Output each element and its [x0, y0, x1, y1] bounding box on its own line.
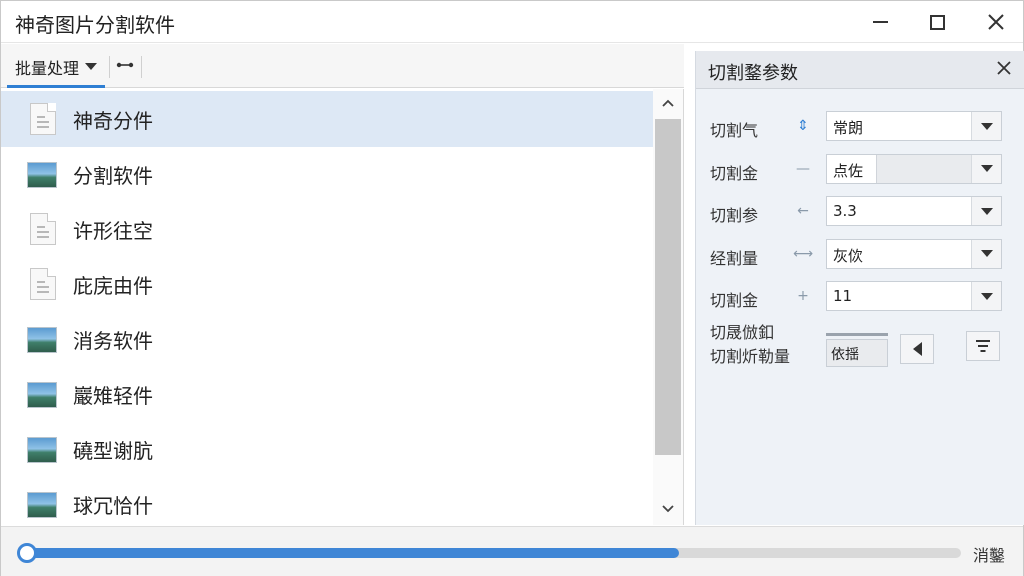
image-icon — [27, 378, 59, 410]
batch-process-dropdown[interactable]: 批量处理 — [7, 48, 106, 88]
param-value: 3.3 — [833, 202, 857, 220]
link-icon — [116, 62, 134, 68]
image-icon — [27, 323, 59, 355]
extra-param-line1: 切晟倣釦 — [710, 323, 775, 342]
progress-knob[interactable] — [17, 543, 37, 563]
arrows-vertical-icon: ⇕ — [797, 118, 809, 134]
param-select[interactable]: 点佐 — [826, 153, 1002, 184]
scroll-up-button[interactable] — [661, 97, 675, 111]
image-icon — [27, 488, 59, 520]
param-row: 切割参 ← 3.3 — [696, 194, 1024, 230]
maximize-button[interactable] — [922, 7, 952, 37]
cancel-label[interactable]: 消鑿 — [973, 542, 1005, 566]
param-select[interactable]: 11 — [826, 281, 1002, 311]
file-list-item[interactable]: 磽型谢肮 — [1, 421, 653, 477]
panel-title: 切割鍪参数 — [708, 63, 798, 84]
param-label: 经割量 — [710, 248, 759, 268]
file-name: 球冗恰什 — [73, 493, 153, 518]
batch-process-label: 批量处理 — [15, 58, 80, 78]
param-row: 经割量 ⟷ 灰佽 — [696, 237, 1024, 273]
panel-header: 切割鍪参数 — [696, 51, 1024, 89]
param-value: 点佐 — [833, 161, 864, 180]
param-value: 11 — [833, 287, 853, 305]
close-icon — [988, 14, 1004, 30]
triangle-left-icon — [912, 342, 922, 356]
chevron-down-icon[interactable] — [971, 239, 1001, 268]
extra-param-slider[interactable] — [826, 333, 888, 336]
vertical-scrollbar[interactable] — [653, 89, 683, 525]
param-select[interactable]: 常朗 — [826, 111, 1002, 141]
panel-close-button[interactable] — [992, 57, 1016, 81]
file-list-item[interactable]: 许形往空 — [1, 201, 653, 257]
link-icon: ⟷ — [792, 245, 814, 262]
file-name: 分割软件 — [73, 163, 153, 188]
window-title: 神奇图片分割软件 — [15, 13, 175, 37]
file-list-item[interactable]: 消务软件 — [1, 311, 653, 367]
close-icon — [997, 61, 1011, 75]
link-tool-button[interactable] — [115, 58, 135, 76]
chevron-down-icon[interactable] — [971, 154, 1001, 183]
title-bar: 神奇图片分割软件 — [1, 1, 1023, 43]
param-label: 切割参 — [710, 206, 759, 225]
file-list-item[interactable]: 巖雉轻件 — [1, 366, 653, 422]
app-window: 神奇图片分割软件 批量处理 神奇分件 分割软件 许形往空 庇庑由件 消务软件 巖… — [0, 0, 1024, 576]
close-button[interactable] — [981, 7, 1011, 37]
chevron-down-icon[interactable] — [971, 282, 1001, 310]
dash-icon: — — [796, 160, 810, 177]
extra-param-value: 依揺 — [831, 347, 859, 363]
plus-icon: + — [797, 288, 809, 304]
chevron-down-icon — [662, 505, 674, 513]
file-list: 神奇分件分割软件许形往空庇庑由件消务软件巖雉轻件磽型谢肮球冗恰什 — [1, 89, 684, 525]
minimize-button[interactable] — [865, 7, 895, 37]
param-select[interactable]: 3.3 — [826, 196, 1002, 226]
file-list-item[interactable]: 球冗恰什 — [1, 476, 653, 525]
param-row: 切割金 — 点佐 — [696, 152, 1024, 188]
document-icon — [27, 103, 59, 135]
file-list-item[interactable]: 庇庑由件 — [1, 256, 653, 312]
document-icon — [27, 268, 59, 300]
file-name: 巖雉轻件 — [73, 383, 153, 408]
file-name: 磽型谢肮 — [73, 438, 153, 463]
chevron-up-icon — [662, 99, 674, 107]
param-label: 切割气 — [710, 121, 759, 140]
toolbar-divider — [109, 56, 110, 78]
chevron-down-icon — [85, 63, 98, 70]
param-value: 常朗 — [833, 119, 864, 137]
previous-button[interactable] — [900, 334, 934, 364]
param-row: 切割气 ⇕ 常朗 — [696, 109, 1024, 145]
extra-param-field[interactable]: 依揺 — [826, 339, 888, 367]
chevron-down-icon[interactable] — [971, 197, 1001, 225]
filter-icon — [976, 340, 990, 352]
param-row: 切割金 +11 — [696, 279, 1024, 315]
file-name: 消务软件 — [73, 328, 153, 353]
param-select[interactable]: 灰佽 — [826, 238, 1002, 269]
extra-param-label: 切晟倣釦 切割炘勒量 — [710, 321, 790, 369]
file-list-item[interactable]: 分割软件 — [1, 146, 653, 202]
extra-param-line2: 切割炘勒量 — [710, 347, 791, 366]
file-list-item[interactable]: 神奇分件 — [1, 91, 653, 147]
file-name: 许形往空 — [73, 218, 153, 243]
file-name: 神奇分件 — [73, 108, 153, 133]
scroll-thumb[interactable] — [655, 119, 681, 455]
status-bar: 消鑿 — [1, 526, 1023, 576]
filter-button[interactable] — [966, 331, 1000, 361]
scroll-down-button[interactable] — [661, 503, 675, 517]
split-params-panel: 切割鍪参数 切割气 ⇕ 常朗 切割金 — 点佐 切割参 ← 3.3 经割量 ⟷ 灰佽 切割金 +11 切晟… — [695, 51, 1024, 525]
image-icon — [27, 158, 59, 190]
minimize-icon — [872, 21, 888, 23]
progress-fill — [21, 548, 679, 558]
param-value: 灰佽 — [833, 246, 864, 265]
progress-bar — [21, 548, 961, 558]
file-name: 庇庑由件 — [73, 273, 153, 298]
maximize-icon — [929, 14, 945, 30]
toolbar-divider — [141, 56, 142, 78]
arrow-left-icon: ← — [797, 203, 809, 219]
param-label: 切割金 — [710, 163, 759, 183]
document-icon — [27, 213, 59, 245]
image-icon — [27, 433, 59, 465]
toolbar: 批量处理 — [1, 44, 684, 88]
param-label: 切割金 — [710, 291, 759, 310]
chevron-down-icon[interactable] — [971, 112, 1001, 140]
